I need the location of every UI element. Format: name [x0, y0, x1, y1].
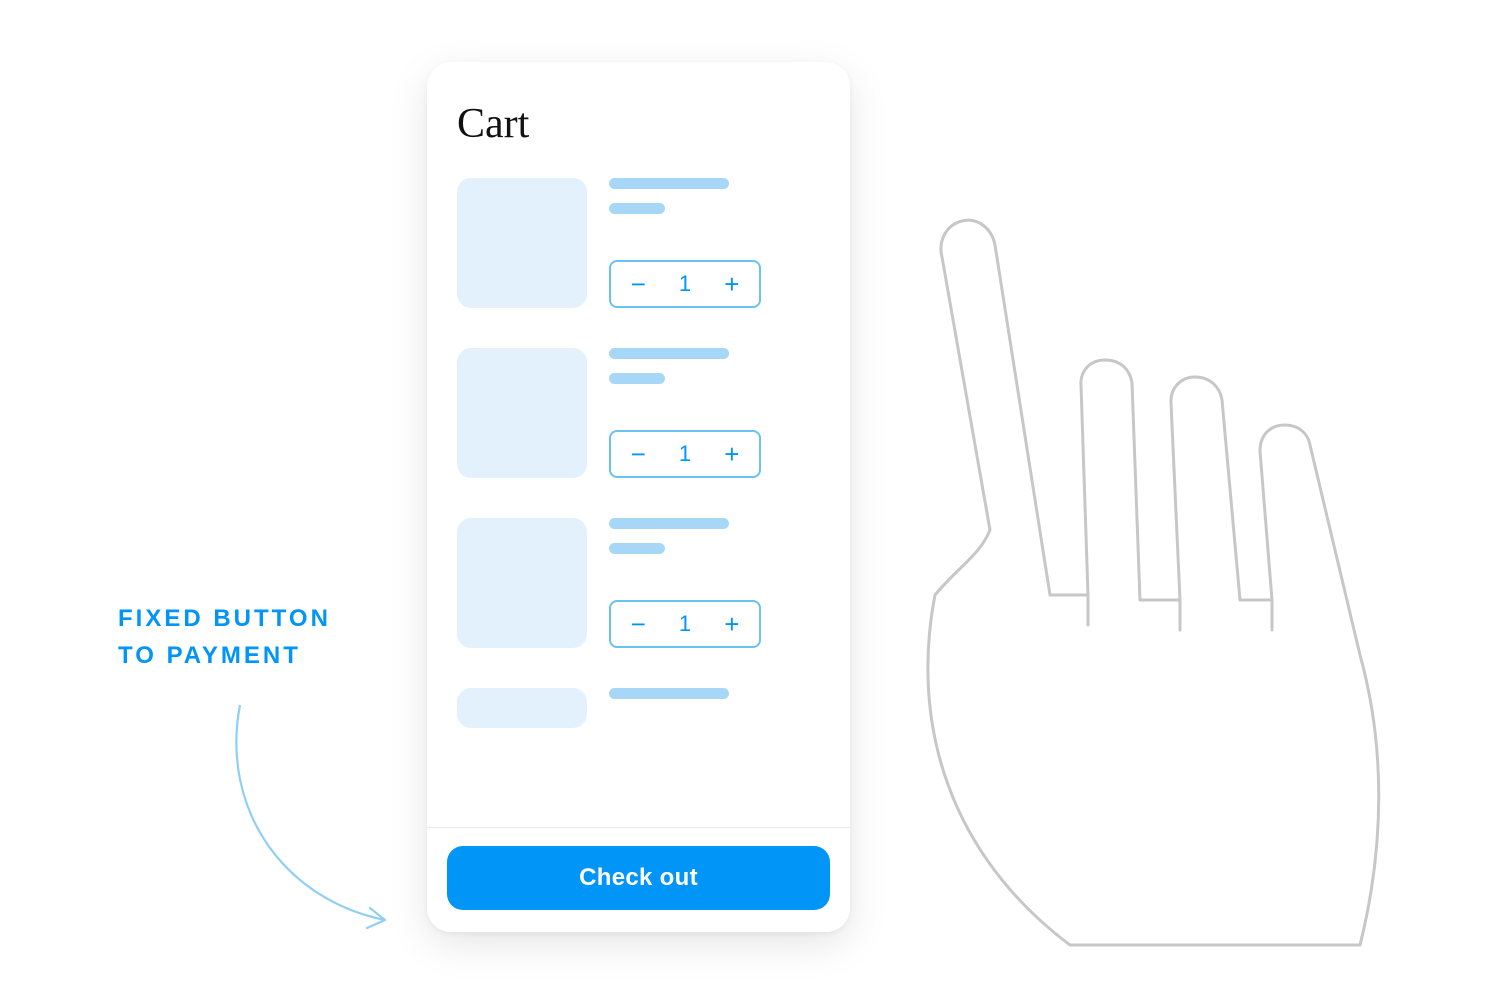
checkout-button[interactable]: Check out: [447, 846, 830, 910]
annotation-line-2: to payment: [118, 642, 301, 669]
minus-icon[interactable]: −: [625, 441, 652, 467]
cart-item: − 1 +: [457, 178, 820, 308]
minus-icon[interactable]: −: [625, 611, 652, 637]
annotation-label: Fixed button to payment: [118, 600, 378, 674]
cart-item: [457, 688, 820, 728]
diagram-stage: Fixed button to payment Cart − 1 +: [0, 0, 1500, 1000]
item-title-skeleton: [609, 348, 729, 359]
cart-scroll-area: Cart − 1 +: [427, 62, 850, 828]
item-subtitle-skeleton: [609, 373, 665, 384]
plus-icon[interactable]: +: [718, 441, 745, 467]
item-thumbnail: [457, 688, 587, 728]
item-title-skeleton: [609, 688, 729, 699]
item-subtitle-skeleton: [609, 543, 665, 554]
item-body: − 1 +: [609, 178, 820, 308]
item-body: − 1 +: [609, 348, 820, 478]
cart-item: − 1 +: [457, 348, 820, 478]
item-title-skeleton: [609, 518, 729, 529]
item-thumbnail: [457, 518, 587, 648]
plus-icon[interactable]: +: [718, 611, 745, 637]
item-title-skeleton: [609, 178, 729, 189]
quantity-stepper[interactable]: − 1 +: [609, 430, 761, 478]
item-thumbnail: [457, 178, 587, 308]
item-body: [609, 688, 820, 728]
page-title: Cart: [457, 100, 820, 148]
phone-mock: Cart − 1 +: [427, 62, 850, 932]
quantity-value: 1: [679, 271, 691, 297]
minus-icon[interactable]: −: [625, 271, 652, 297]
fixed-footer: Check out: [427, 828, 850, 932]
quantity-stepper[interactable]: − 1 +: [609, 260, 761, 308]
quantity-value: 1: [679, 441, 691, 467]
item-subtitle-skeleton: [609, 203, 665, 214]
annotation-arrow-icon: [190, 700, 420, 935]
annotation-line-1: Fixed button: [118, 605, 331, 632]
quantity-stepper[interactable]: − 1 +: [609, 600, 761, 648]
plus-icon[interactable]: +: [718, 271, 745, 297]
quantity-value: 1: [679, 611, 691, 637]
item-body: − 1 +: [609, 518, 820, 648]
item-thumbnail: [457, 348, 587, 478]
cart-item: − 1 +: [457, 518, 820, 648]
hand-icon: [840, 205, 1400, 965]
